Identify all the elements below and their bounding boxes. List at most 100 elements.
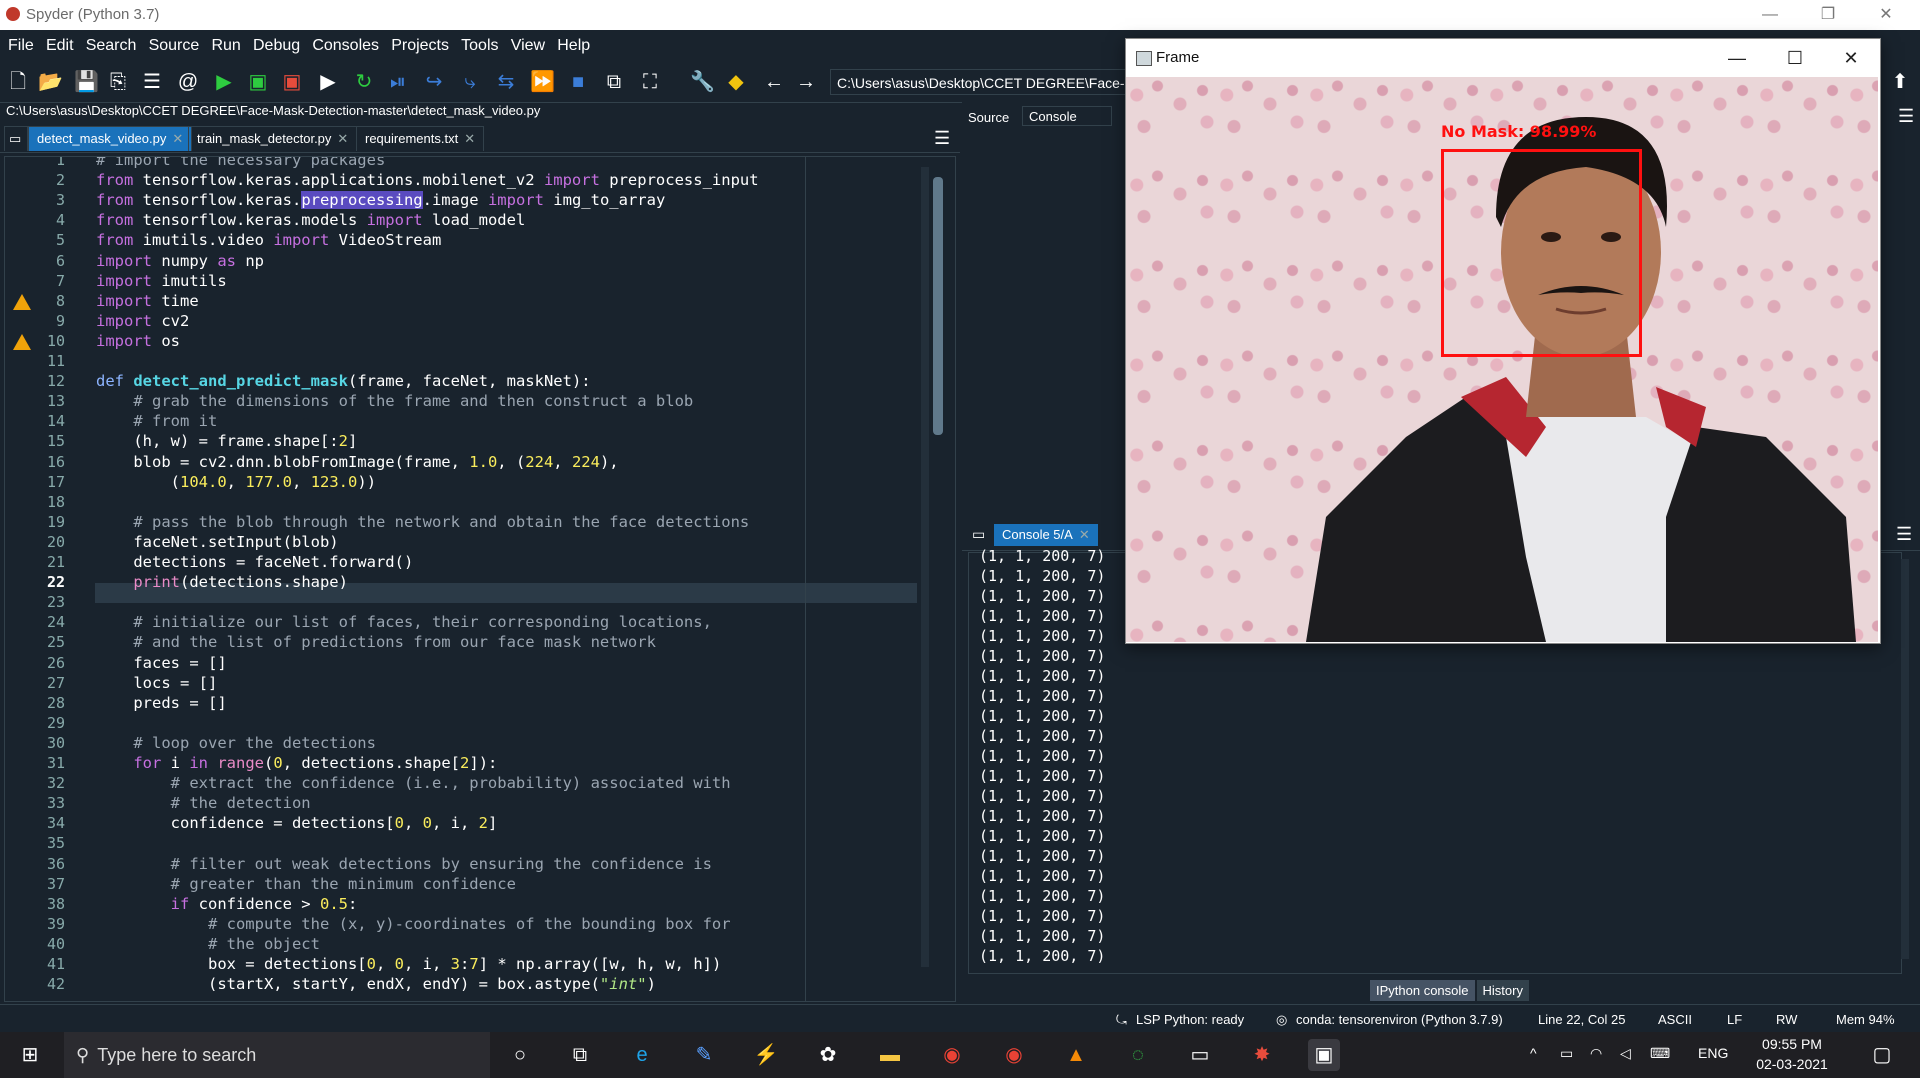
line-number: 30 <box>46 733 65 752</box>
taskbar-search-box[interactable]: ⚲ Type here to search <box>64 1032 490 1078</box>
line-number-gutter: 1 2 3 4 5 6 7 8 9 10 11 12 13 14 15 16 17 18 19 20 21 22 23 24 2… <box>5 157 93 1001</box>
back-arrow-icon[interactable]: ← <box>762 70 786 94</box>
chrome-profile-icon[interactable]: ◉ <box>998 1039 1030 1071</box>
menu-file[interactable]: File <box>4 30 38 62</box>
close-tab-icon[interactable]: ✕ <box>337 131 348 146</box>
minimize-button[interactable]: — <box>1742 0 1798 30</box>
task-view-icon[interactable]: ⧉ <box>564 1039 596 1071</box>
chrome-icon[interactable]: ◉ <box>936 1039 968 1071</box>
file-encoding: ASCII <box>1658 1012 1692 1027</box>
volume-icon[interactable]: ◁ <box>1620 1045 1631 1062</box>
step-icon[interactable]: ↪ <box>422 70 446 94</box>
step-into-icon[interactable]: ⤷ <box>458 70 482 94</box>
keyboard-icon[interactable]: ⌨ <box>1650 1045 1670 1062</box>
tab-detect-mask-video[interactable]: detect_mask_video.py ✕ <box>28 126 193 151</box>
frame-taskbar-icon[interactable]: ▣ <box>1308 1039 1340 1071</box>
menu-search[interactable]: Search <box>82 30 141 62</box>
console-scrollbar[interactable] <box>1901 559 1909 959</box>
clock-date[interactable]: 02-03-2021 <box>1746 1056 1838 1072</box>
menu-tools[interactable]: Tools <box>457 30 502 62</box>
browse-consoles-icon[interactable]: ▭ <box>972 526 985 543</box>
stop-icon[interactable]: ■ <box>566 70 590 94</box>
restore-button[interactable]: ❐ <box>1800 0 1856 30</box>
wrench-icon[interactable]: 🔧 <box>690 70 715 94</box>
forward-arrow-icon[interactable]: → <box>794 70 818 94</box>
fullscreen-icon[interactable]: ⛶ <box>638 70 662 94</box>
lsp-status[interactable]: LSP Python: ready <box>1136 1012 1244 1027</box>
clock-time[interactable]: 09:55 PM <box>1752 1036 1832 1052</box>
wifi-icon[interactable]: ◠ <box>1590 1045 1602 1062</box>
menu-help[interactable]: Help <box>553 30 594 62</box>
menu-edit[interactable]: Edit <box>42 30 78 62</box>
run-cell-advance-icon[interactable]: ▣ <box>280 70 304 94</box>
title-bar: Spyder (Python 3.7) — ❐ ✕ <box>0 0 1920 30</box>
menu-source[interactable]: Source <box>145 30 204 62</box>
language-indicator[interactable]: ENG <box>1698 1045 1728 1061</box>
editor-scrollbar[interactable] <box>933 177 943 977</box>
line-number: 31 <box>46 754 65 772</box>
save-all-icon[interactable]: ⎘ <box>106 70 130 94</box>
code-line: # pass the blob through the network and … <box>133 512 750 531</box>
run-cell-icon[interactable]: ▣ <box>246 70 270 94</box>
close-tab-icon[interactable]: ✕ <box>464 131 475 146</box>
code-editor[interactable]: 1 2 3 4 5 6 7 8 9 10 11 12 13 14 15 16 17 18 19 20 21 22 23 24 2… <box>4 156 956 1002</box>
at-icon[interactable]: @ <box>176 70 200 94</box>
save-icon[interactable]: 💾 <box>74 70 99 94</box>
continue-icon[interactable]: ⏩ <box>530 70 555 94</box>
tab-ipython-console[interactable]: IPython console <box>1370 980 1475 1001</box>
source-select[interactable]: Console <box>1022 106 1112 126</box>
open-file-icon[interactable]: 📂 <box>38 70 63 94</box>
parent-directory-icon[interactable]: ⬆ <box>1888 70 1912 94</box>
frame-window[interactable]: Frame — ☐ ✕ No Mask: 98.99% <box>1125 38 1881 644</box>
code-line: from tensorflow.keras.preprocessing.imag… <box>96 191 666 210</box>
close-tab-icon[interactable]: ✕ <box>172 131 183 146</box>
vlc-icon[interactable]: ▲ <box>1060 1039 1092 1071</box>
browse-tabs-icon[interactable]: ▭ <box>4 126 28 151</box>
chevron-up-icon[interactable]: ^ <box>1530 1045 1537 1061</box>
frame-close-button[interactable]: ✕ <box>1822 39 1880 77</box>
menu-debug[interactable]: Debug <box>249 30 304 62</box>
tab-label: detect_mask_video.py <box>37 131 167 146</box>
close-console-icon[interactable]: ✕ <box>1079 527 1090 542</box>
tab-requirements[interactable]: requirements.txt ✕ <box>356 126 485 151</box>
frame-minimize-button[interactable]: — <box>1708 39 1766 77</box>
tab-history[interactable]: History <box>1476 980 1529 1001</box>
warning-icon[interactable] <box>13 333 31 350</box>
console-options-icon[interactable]: ☰ <box>1896 524 1912 545</box>
warning-icon[interactable] <box>13 293 31 310</box>
battery-icon[interactable]: ▭ <box>1560 1045 1573 1062</box>
refresh-app-icon[interactable]: ◌ <box>1122 1039 1154 1071</box>
menu-projects[interactable]: Projects <box>387 30 453 62</box>
help-options-icon[interactable]: ☰ <box>1898 106 1914 127</box>
menu-run[interactable]: Run <box>207 30 244 62</box>
tab-train-mask-detector[interactable]: train_mask_detector.py ✕ <box>188 126 358 151</box>
pen-app-icon[interactable]: ✎ <box>688 1039 720 1071</box>
spyder-taskbar-icon[interactable]: ✸ <box>1246 1039 1278 1071</box>
run-icon[interactable]: ▶ <box>212 70 236 94</box>
windows-start-icon[interactable]: ⊞ <box>14 1039 46 1071</box>
terminal-icon[interactable]: ▭ <box>1184 1039 1216 1071</box>
step-return-icon[interactable]: ⇆ <box>494 70 518 94</box>
list-icon[interactable]: ☰ <box>140 70 164 94</box>
editor-scroll-thumb[interactable] <box>933 177 943 435</box>
frame-maximize-button[interactable]: ☐ <box>1766 39 1824 77</box>
menu-consoles[interactable]: Consoles <box>308 30 383 62</box>
paint-app-icon[interactable]: ✿ <box>812 1039 844 1071</box>
python-path-icon[interactable]: ◆ <box>724 70 748 94</box>
close-button[interactable]: ✕ <box>1858 0 1914 30</box>
notification-icon[interactable]: ▢ <box>1866 1039 1898 1071</box>
source-label: Source <box>968 110 1010 125</box>
new-file-icon[interactable]: 🗋 <box>6 70 30 94</box>
run-selection-icon[interactable]: ▶ <box>316 70 340 94</box>
conda-env[interactable]: conda: tensorenviron (Python 3.7.9) <box>1296 1012 1503 1027</box>
lightning-app-icon[interactable]: ⚡ <box>750 1039 782 1071</box>
tab-console[interactable]: Console 5/A ✕ <box>994 524 1098 546</box>
rerun-icon[interactable]: ↻ <box>352 70 376 94</box>
menu-view[interactable]: View <box>507 30 549 62</box>
maximize-pane-icon[interactable]: ⧉ <box>602 70 626 94</box>
file-explorer-icon[interactable]: ▬ <box>874 1039 906 1071</box>
editor-options-icon[interactable]: ☰ <box>926 126 958 150</box>
edge-icon[interactable]: e <box>626 1039 658 1071</box>
cortana-icon[interactable]: ○ <box>504 1039 536 1071</box>
debug-icon[interactable]: ⏯ <box>386 70 410 94</box>
